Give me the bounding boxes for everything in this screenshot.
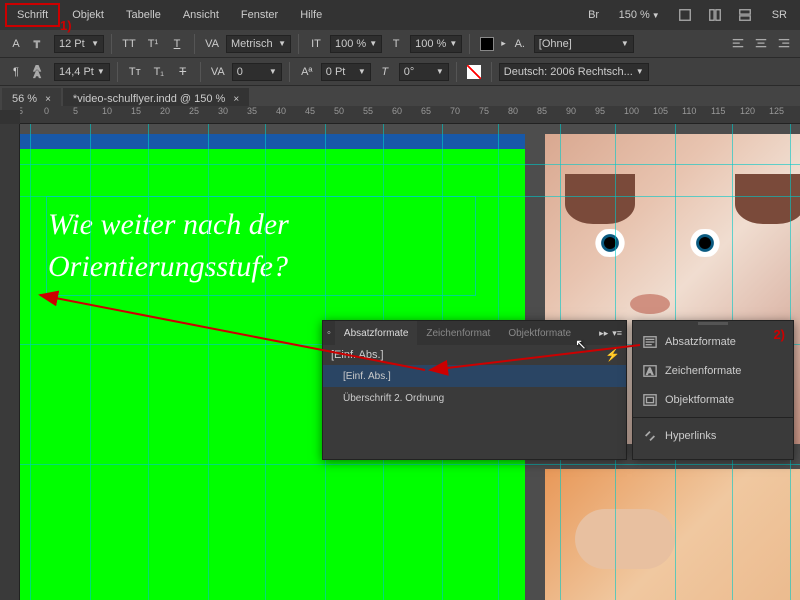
menu-schrift[interactable]: Schrift (5, 3, 60, 27)
hyperlinks-icon (643, 429, 657, 443)
svg-text:A: A (647, 366, 654, 377)
vertical-ruler[interactable] (0, 124, 20, 600)
side-item-label: Hyperlinks (665, 430, 716, 442)
control-bar: A T 12 Pt▼ TT T¹ T VA Metrisch▼ IT 100 %… (0, 30, 800, 86)
kerning-dropdown[interactable]: Metrisch▼ (226, 35, 291, 53)
nose-shape (630, 294, 670, 314)
char-panel-icon[interactable]: A (6, 34, 26, 54)
subscript-icon[interactable]: T₁ (149, 62, 169, 82)
guide-line[interactable] (20, 164, 800, 165)
leading-icon: AA (30, 62, 50, 82)
superscript-icon[interactable]: T¹ (143, 34, 163, 54)
language-dropdown[interactable]: Deutsch: 2006 Rechtsch...▼ (499, 63, 649, 81)
baseline-icon: Aª (297, 62, 317, 82)
align-left-icon[interactable] (728, 34, 748, 54)
skew-dropdown[interactable]: 0°▼ (399, 63, 449, 81)
formats-panel: ◦ Absatzformate Zeichenformat Objektform… (322, 320, 627, 460)
tab-zeichenformat[interactable]: Zeichenformat (417, 321, 499, 345)
menu-ansicht[interactable]: Ansicht (173, 5, 229, 25)
style-item[interactable]: [Einf. Abs.] (323, 365, 626, 387)
side-item-label: Zeichenformate (665, 365, 741, 377)
hand-shape (575, 509, 675, 569)
fontsize-icon: T (30, 34, 50, 54)
underline-icon[interactable]: T (167, 34, 187, 54)
fill-icon[interactable] (477, 34, 497, 54)
text-frame-outline (46, 196, 476, 296)
hscale-dropdown[interactable]: 100 %▼ (410, 35, 462, 53)
panel-menu-icon[interactable]: ▾≡ (612, 328, 622, 339)
svg-text:T: T (34, 39, 40, 50)
side-zeichenformate[interactable]: A Zeichenformate (633, 356, 793, 385)
menu-bar: Schrift Objekt Tabelle Ansicht Fenster H… (0, 0, 800, 30)
skew-icon: T (375, 62, 395, 82)
panel-tab-bar: ◦ Absatzformate Zeichenformat Objektform… (323, 321, 626, 345)
eye-shape (585, 229, 635, 257)
kerning-icon: VA (202, 34, 222, 54)
vscale-icon: IT (306, 34, 326, 54)
char-styles-icon: A (643, 364, 657, 378)
workspace-label[interactable]: SR (764, 9, 795, 21)
svg-text:A: A (34, 69, 41, 79)
panel-status-row: [Einf. Abs.] ⚡ (323, 345, 626, 365)
blue-header-bar (20, 134, 525, 149)
view-mode-icon[interactable] (674, 4, 696, 26)
override-icon[interactable]: ⚡ (605, 348, 620, 362)
paragraph-styles-icon (643, 335, 657, 349)
tracking-dropdown[interactable]: 0▼ (232, 63, 282, 81)
annotation-2: 2) (773, 327, 785, 342)
leading-dropdown[interactable]: 14,4 Pt▼ (54, 63, 110, 81)
object-styles-icon (643, 393, 657, 407)
bridge-icon[interactable]: Br (583, 4, 605, 26)
strikethrough-icon[interactable]: T (173, 62, 193, 82)
tab-objektformate[interactable]: Objektformate (499, 321, 580, 345)
arrange-icon[interactable] (734, 4, 756, 26)
side-item-label: Objektformate (665, 394, 734, 406)
guide-line[interactable] (20, 196, 800, 197)
side-item-label: Absatzformate (665, 336, 736, 348)
baseline-dropdown[interactable]: 0 Pt▼ (321, 63, 371, 81)
tab-absatzformate[interactable]: Absatzformate (335, 321, 417, 345)
close-tab-icon[interactable]: × (45, 94, 51, 105)
screen-mode-icon[interactable] (704, 4, 726, 26)
tracking-icon: VA (208, 62, 228, 82)
guide-line[interactable] (20, 464, 800, 465)
charstyle-icon: A. (510, 34, 530, 54)
allcaps-icon[interactable]: TT (119, 34, 139, 54)
hscale-icon: T (386, 34, 406, 54)
collapse-icon[interactable]: ◦ (323, 327, 335, 339)
menu-fenster[interactable]: Fenster (231, 5, 288, 25)
vscale-dropdown[interactable]: 100 %▼ (330, 35, 382, 53)
horizontal-ruler[interactable]: -505101520253035404550556065707580859095… (20, 106, 800, 124)
menu-hilfe[interactable]: Hilfe (290, 5, 332, 25)
style-item[interactable]: Überschrift 2. Ordnung (323, 387, 626, 409)
styles-list: [Einf. Abs.] Überschrift 2. Ordnung (323, 365, 626, 409)
zoom-value: 150 % (619, 9, 650, 21)
align-center-icon[interactable] (751, 34, 771, 54)
hair-shape (565, 174, 635, 224)
menu-tabelle[interactable]: Tabelle (116, 5, 171, 25)
align-right-icon[interactable] (774, 34, 794, 54)
panel-grip-icon[interactable] (698, 322, 728, 325)
image-frame-lower[interactable] (545, 469, 800, 600)
para-panel-icon[interactable]: ¶ (6, 62, 26, 82)
annotation-1: 1) (60, 18, 72, 33)
side-objektformate[interactable]: Objektformate (633, 385, 793, 414)
side-panel-dock: Absatzformate 2) A Zeichenformate Objekt… (632, 320, 794, 460)
stroke-icon[interactable] (464, 62, 484, 82)
smallcaps-icon[interactable]: Tᴛ (125, 62, 145, 82)
close-tab-icon[interactable]: × (233, 94, 239, 105)
current-style-label: [Einf. Abs.] (331, 349, 384, 361)
side-hyperlinks[interactable]: Hyperlinks (633, 421, 793, 450)
charstyle-dropdown[interactable]: [Ohne]▼ (534, 35, 634, 53)
fontsize-dropdown[interactable]: 12 Pt▼ (54, 35, 104, 53)
eye-shape (680, 229, 730, 257)
side-absatzformate[interactable]: Absatzformate 2) (633, 327, 793, 356)
expand-icon[interactable]: ▸▸ (599, 328, 608, 339)
zoom-level-dropdown[interactable]: 150 %▼ (613, 7, 666, 23)
